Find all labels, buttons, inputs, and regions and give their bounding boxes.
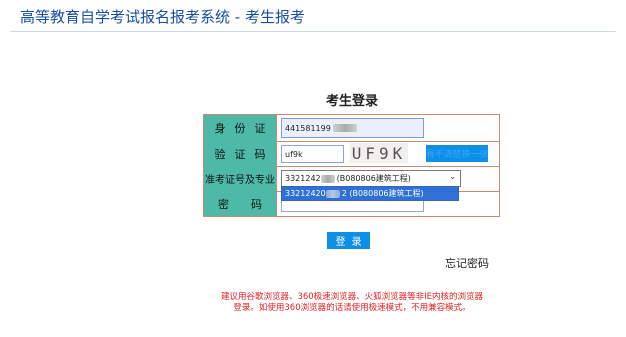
ticket-select-suffix: (B080806建筑工程) bbox=[336, 174, 411, 183]
verification-row: 验证码 uf9k UF9K 看不清楚换一张 bbox=[204, 141, 499, 167]
forgot-password-link[interactable]: 忘记密码 bbox=[445, 255, 489, 271]
password-label: 密码 bbox=[204, 191, 277, 216]
dropdown-option-prefix: 33212420 bbox=[285, 189, 326, 198]
ticket-select-prefix: 3321242 bbox=[285, 174, 321, 183]
id-number-value: 441581199 bbox=[285, 123, 331, 133]
ticket-redaction bbox=[320, 174, 335, 183]
dropdown-redaction bbox=[325, 189, 340, 198]
refresh-captcha-button[interactable]: 看不清楚换一张 bbox=[426, 145, 489, 162]
ticket-label: 准考证号及专业 bbox=[204, 166, 277, 191]
browser-notice: 建议用谷歌浏览器、360极速浏览器、火狐浏览器等非IE内核的浏览器登录。如使用3… bbox=[220, 292, 484, 313]
dropdown-option-suffix: 2 (B080806建筑工程) bbox=[341, 189, 424, 198]
ticket-dropdown-option[interactable]: 33212420 2 (B080806建筑工程) bbox=[281, 186, 459, 201]
code-label: 验证码 bbox=[204, 141, 277, 166]
page-header-title: 高等教育自学考试报名报考系统 - 考生报考 bbox=[20, 8, 305, 26]
header-divider bbox=[10, 31, 616, 32]
id-row: 身份证 441581199 bbox=[204, 115, 499, 142]
login-heading: 考生登录 bbox=[326, 94, 379, 109]
verification-code-input[interactable]: uf9k bbox=[281, 145, 344, 163]
login-form-table: 身份证 441581199 验证码 uf9k UF9K 看不清楚换一张 准考证号… bbox=[203, 114, 500, 217]
id-redaction bbox=[332, 124, 357, 132]
captcha-image[interactable]: UF9K bbox=[350, 143, 408, 163]
ticket-major-select[interactable]: 3321242 (B080806建筑工程) ⌄ bbox=[281, 170, 461, 187]
verification-code-value: uf9k bbox=[285, 149, 303, 159]
chevron-down-icon[interactable]: ⌄ bbox=[449, 172, 456, 181]
id-label: 身份证 bbox=[204, 115, 277, 141]
login-button[interactable]: 登录 bbox=[327, 232, 370, 249]
id-number-input[interactable]: 441581199 bbox=[281, 118, 424, 138]
